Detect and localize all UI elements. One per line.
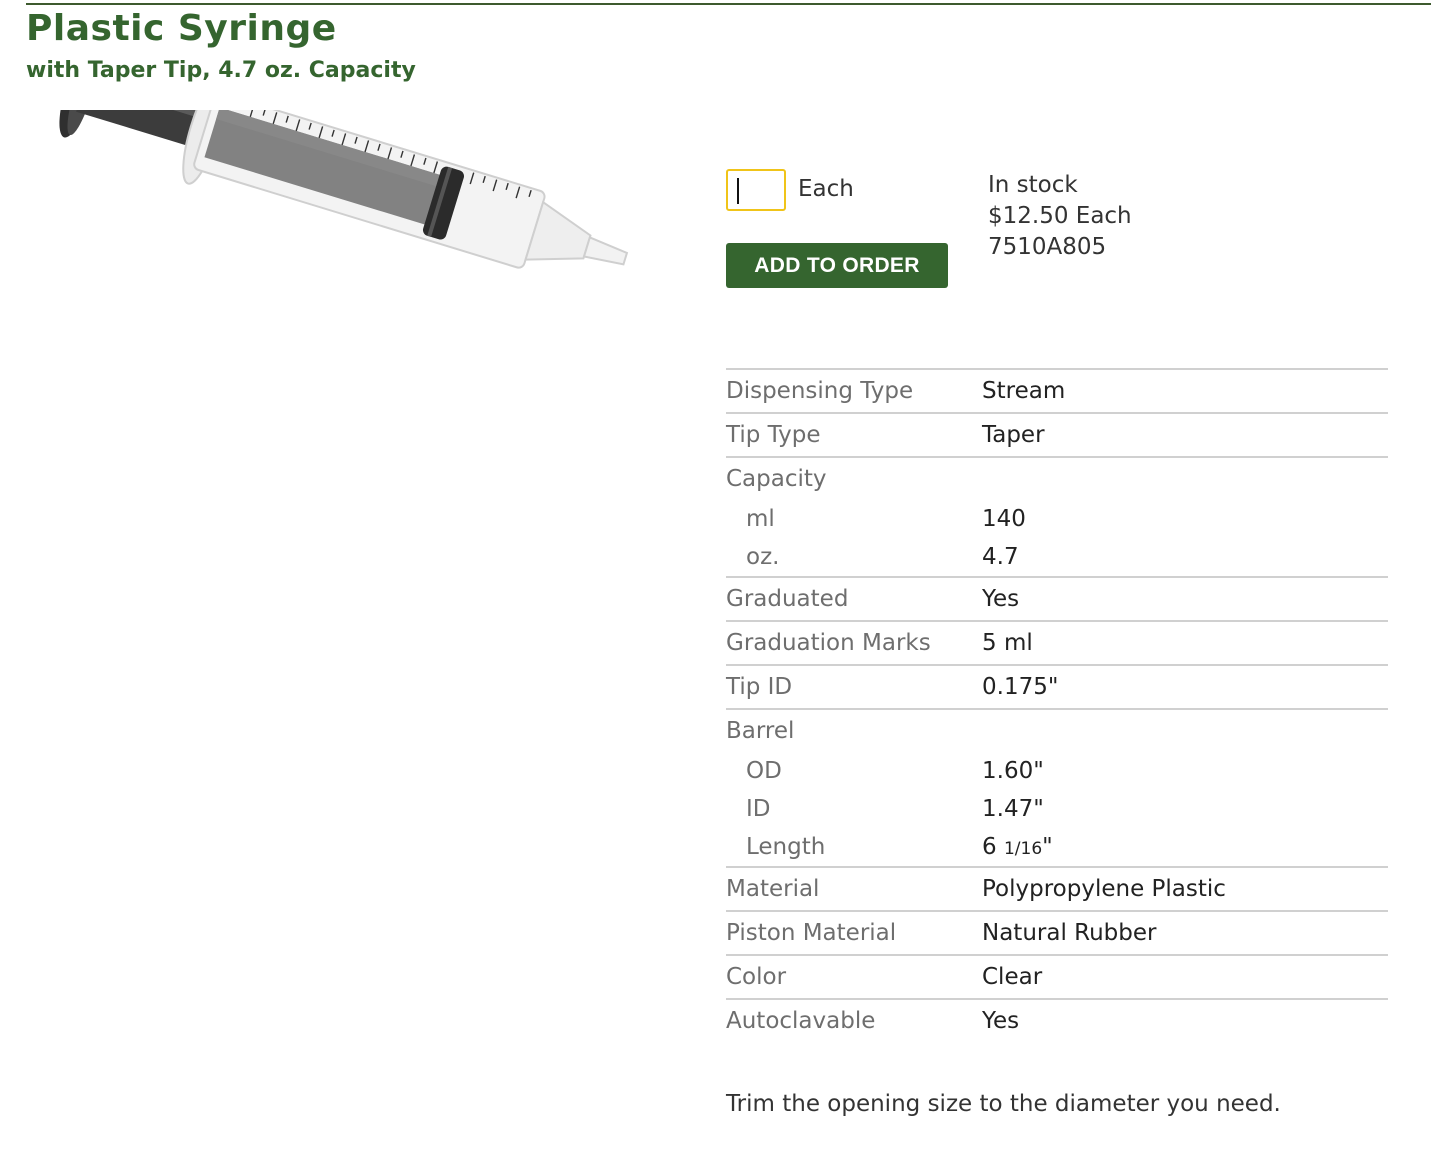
spec-label: Tip ID [726,674,793,700]
spec-row: Color Clear [726,956,1388,998]
spec-label: oz. [746,544,780,570]
spec-value: 4.7 [982,544,1019,570]
spec-label: Graduated [726,586,849,612]
price: $12.50 Each [988,203,1132,229]
spec-row: Material Polypropylene Plastic [726,868,1388,910]
spec-value: Yes [982,586,1020,612]
spec-value: 140 [982,506,1026,532]
spec-value: Natural Rubber [982,920,1157,946]
spec-tip-type: Tip Type Taper [726,412,1388,456]
spec-subrow: ml 140 [726,500,1388,538]
spec-value: 1.60" [982,758,1044,784]
spec-value: 5 ml [982,630,1033,656]
spec-subrow: OD 1.60" [726,752,1388,790]
product-description: Trim the opening size to the diameter yo… [726,1091,1281,1117]
header-rule [26,3,1431,5]
add-to-order-button[interactable]: ADD TO ORDER [726,243,948,288]
spec-graduated: Graduated Yes [726,576,1388,620]
spec-row: Dispensing Type Stream [726,370,1388,412]
spec-autoclavable: Autoclavable Yes [726,998,1388,1042]
spec-value: Clear [982,964,1043,990]
spec-color: Color Clear [726,954,1388,998]
length-fraction: 1/16 [1003,839,1043,859]
spec-value: Yes [982,1008,1020,1034]
spec-label: Length [746,834,826,860]
spec-piston-material: Piston Material Natural Rubber [726,910,1388,954]
product-title: Plastic Syringe [26,8,337,49]
product-subtitle: with Taper Tip, 4.7 oz. Capacity [26,58,416,83]
spec-barrel: Barrel OD 1.60" ID 1.47" Length 6 1/16" [726,708,1388,866]
spec-subrow: oz. 4.7 [726,538,1388,576]
spec-label: Material [726,876,820,902]
spec-value: 0.175" [982,674,1059,700]
spec-row: Tip Type Taper [726,414,1388,456]
spec-label: Graduation Marks [726,630,931,656]
product-image [59,110,629,269]
spec-tip-id: Tip ID 0.175" [726,664,1388,708]
spec-value: Taper [982,422,1045,448]
length-whole: 6 [982,834,997,860]
text-caret [737,178,739,204]
spec-graduation-marks: Graduation Marks 5 ml [726,620,1388,664]
specifications-table: Dispensing Type Stream Tip Type Taper Ca… [726,368,1388,1042]
spec-row: Tip ID 0.175" [726,666,1388,708]
spec-row: Piston Material Natural Rubber [726,912,1388,954]
spec-subrow: ID 1.47" [726,790,1388,828]
spec-row: Barrel [726,710,1388,752]
quantity-unit-label: Each [798,176,854,202]
spec-subrow: Length 6 1/16" [726,828,1388,866]
spec-label: Tip Type [726,422,821,448]
spec-label: Color [726,964,787,990]
spec-row: Capacity [726,458,1388,500]
spec-row: Graduated Yes [726,578,1388,620]
stock-status: In stock [988,172,1078,198]
spec-label: Piston Material [726,920,897,946]
spec-value: 1.47" [982,796,1044,822]
spec-label: Capacity [726,466,827,492]
spec-value: 6 1/16" [982,834,1053,860]
spec-material: Material Polypropylene Plastic [726,866,1388,910]
spec-dispensing-type: Dispensing Type Stream [726,368,1388,412]
part-number: 7510A805 [988,234,1107,260]
spec-value: Polypropylene Plastic [982,876,1226,902]
spec-label: ml [746,506,775,532]
length-unit: " [1042,834,1053,860]
quantity-input[interactable] [726,169,786,211]
spec-value: Stream [982,378,1066,404]
spec-row: Autoclavable Yes [726,1000,1388,1042]
spec-label: ID [746,796,771,822]
spec-label: Autoclavable [726,1008,876,1034]
spec-label: OD [746,758,782,784]
stock-info: In stock $12.50 Each 7510A805 [988,170,1132,263]
spec-row: Graduation Marks 5 ml [726,622,1388,664]
spec-capacity: Capacity ml 140 oz. 4.7 [726,456,1388,576]
spec-label: Barrel [726,718,795,744]
spec-label: Dispensing Type [726,378,914,404]
